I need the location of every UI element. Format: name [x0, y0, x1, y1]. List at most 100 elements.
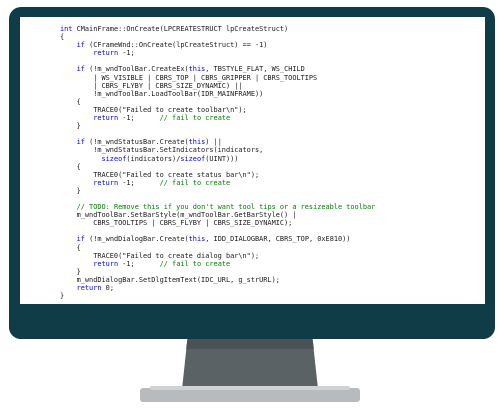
- code-text: {: [60, 33, 65, 42]
- code-text: TRACE0("Failed to create status bar\n");: [60, 170, 260, 179]
- code-text: (!m_wndToolBar.CreateEx(: [84, 65, 189, 74]
- code-text: (!m_wndDialogBar.Create(: [84, 235, 189, 244]
- code-line: if (CFrameWnd::OnCreate(lpCreateStruct) …: [60, 41, 375, 49]
- code-line: }: [60, 187, 375, 195]
- code-keyword: return: [93, 114, 119, 123]
- code-line: {: [60, 163, 375, 171]
- code-comment: // fail to create: [159, 259, 231, 268]
- code-line: }: [60, 268, 375, 276]
- code-line: if (!m_wndToolBar.CreateEx(this, TBSTYLE…: [60, 65, 375, 73]
- code-text: }: [60, 186, 81, 195]
- code-text: | WS_VISIBLE | CBRS_TOP | CBRS_GRIPPER |…: [60, 73, 318, 82]
- code-line: if (!m_wndDialogBar.Create(this, IDD_DIA…: [60, 235, 375, 243]
- code-text: (CFrameWnd::OnCreate(lpCreateStruct) == …: [84, 41, 268, 50]
- code-line: TRACE0("Failed to create dialog bar\n");: [60, 252, 375, 260]
- code-text: (!m_wndStatusBar.Create(: [84, 138, 189, 147]
- code-keyword: return: [76, 284, 102, 292]
- code-line: // TODO: Remove this if you don't want t…: [60, 203, 376, 212]
- monitor-stand-base: [140, 388, 360, 402]
- code-keyword: if: [76, 235, 85, 244]
- code-keyword: this: [188, 65, 206, 74]
- code-line: if (!m_wndStatusBar.Create(this) ||: [60, 138, 375, 146]
- code-keyword: if: [76, 41, 85, 50]
- code-line: TRACE0("Failed to create toolbar\n");: [60, 106, 375, 114]
- monitor: int CMainFrame::OnCreate(LPCREATESTRUCT …: [0, 0, 500, 414]
- code-text: -1;: [118, 178, 160, 187]
- code-line: return 0;: [60, 284, 375, 292]
- code-text: }: [60, 267, 81, 276]
- code-keyword: int: [60, 25, 73, 33]
- code-keyword: sizeof: [180, 154, 206, 163]
- code-line: m_wndToolBar.SetBarStyle(m_wndToolBar.Ge…: [60, 211, 375, 219]
- code-keyword: this: [188, 138, 206, 147]
- code-line: | WS_VISIBLE | CBRS_TOP | CBRS_GRIPPER |…: [60, 74, 375, 82]
- code-line: return -1; // fail to create: [60, 260, 375, 268]
- code-text: 0;: [101, 284, 114, 292]
- code-line: sizeof(indicators)/sizeof(UINT))): [60, 155, 375, 163]
- code-text: m_wndToolBar.SetBarStyle(m_wndToolBar.Ge…: [60, 211, 297, 220]
- code-text: {: [60, 243, 81, 252]
- code-line: !m_wndStatusBar.SetIndicators(indicators…: [60, 146, 375, 154]
- code-line: {: [60, 98, 375, 106]
- code-line: return -1; // fail to create: [60, 179, 375, 187]
- code-text: }: [60, 122, 81, 131]
- code-text: TRACE0("Failed to create toolbar\n");: [60, 105, 247, 114]
- code-text: | CBRS_FLYBY | CBRS_SIZE_DYNAMIC) ||: [60, 81, 243, 90]
- code-text: CMainFrame::OnCreate(LPCREATESTRUCT lpCr…: [72, 25, 289, 33]
- monitor-stand-shadow: [186, 339, 314, 349]
- code-comment: // TODO: Remove this if you don't want t…: [76, 203, 376, 212]
- code-line: m_wndDialogBar.SetDlgItemText(IDC_URL, g…: [60, 276, 375, 284]
- code-line: !m_wndToolBar.LoadToolBar(IDR_MAINFRAME)…: [60, 90, 375, 98]
- monitor-chin: [9, 304, 495, 339]
- code-keyword: return: [93, 178, 119, 187]
- code-line: {: [60, 33, 375, 41]
- code-keyword: return: [93, 259, 119, 268]
- code-keyword: sizeof: [101, 154, 127, 163]
- code-line: | CBRS_FLYBY | CBRS_SIZE_DYNAMIC) ||: [60, 82, 375, 90]
- code-line: }: [60, 122, 375, 130]
- code-text: CBRS_TOOLTIPS | CBRS_FLYBY | CBRS_SIZE_D…: [60, 219, 293, 228]
- code-text: , TBSTYLE_FLAT, WS_CHILD: [205, 65, 305, 74]
- code-line: }: [60, 292, 375, 300]
- code-text: (indicators)/: [126, 154, 181, 163]
- code-line: CBRS_TOOLTIPS | CBRS_FLYBY | CBRS_SIZE_D…: [60, 219, 375, 227]
- code-text: {: [60, 162, 81, 171]
- code-text: m_wndDialogBar.SetDlgItemText(IDC_URL, g…: [60, 275, 280, 284]
- code-text: !m_wndStatusBar.SetIndicators(indicators…: [60, 146, 264, 155]
- code-text: {: [60, 97, 81, 106]
- code-text: ) ||: [205, 138, 222, 147]
- code-text: -1;: [118, 259, 160, 268]
- code-line: {: [60, 244, 375, 252]
- code-line: return -1; // fail to create: [60, 114, 375, 122]
- code-keyword: return: [93, 49, 119, 58]
- code-text: -1;: [118, 49, 135, 58]
- code-line: int CMainFrame::OnCreate(LPCREATESTRUCT …: [60, 25, 375, 33]
- code-text: -1;: [118, 114, 160, 123]
- code-text: (UINT))): [205, 154, 239, 163]
- code-text: }: [60, 292, 65, 301]
- code-listing: int CMainFrame::OnCreate(LPCREATESTRUCT …: [60, 25, 375, 300]
- code-comment: // fail to create: [159, 114, 231, 123]
- code-keyword: if: [76, 65, 85, 74]
- code-comment: // fail to create: [159, 178, 231, 187]
- code-keyword: if: [76, 138, 85, 147]
- code-line: return -1;: [60, 49, 375, 57]
- code-text: TRACE0("Failed to create dialog bar\n");: [60, 251, 260, 260]
- code-keyword: this: [188, 235, 206, 244]
- monitor-stand-base-top: [150, 386, 350, 390]
- code-text: !m_wndToolBar.LoadToolBar(IDR_MAINFRAME)…: [60, 89, 264, 98]
